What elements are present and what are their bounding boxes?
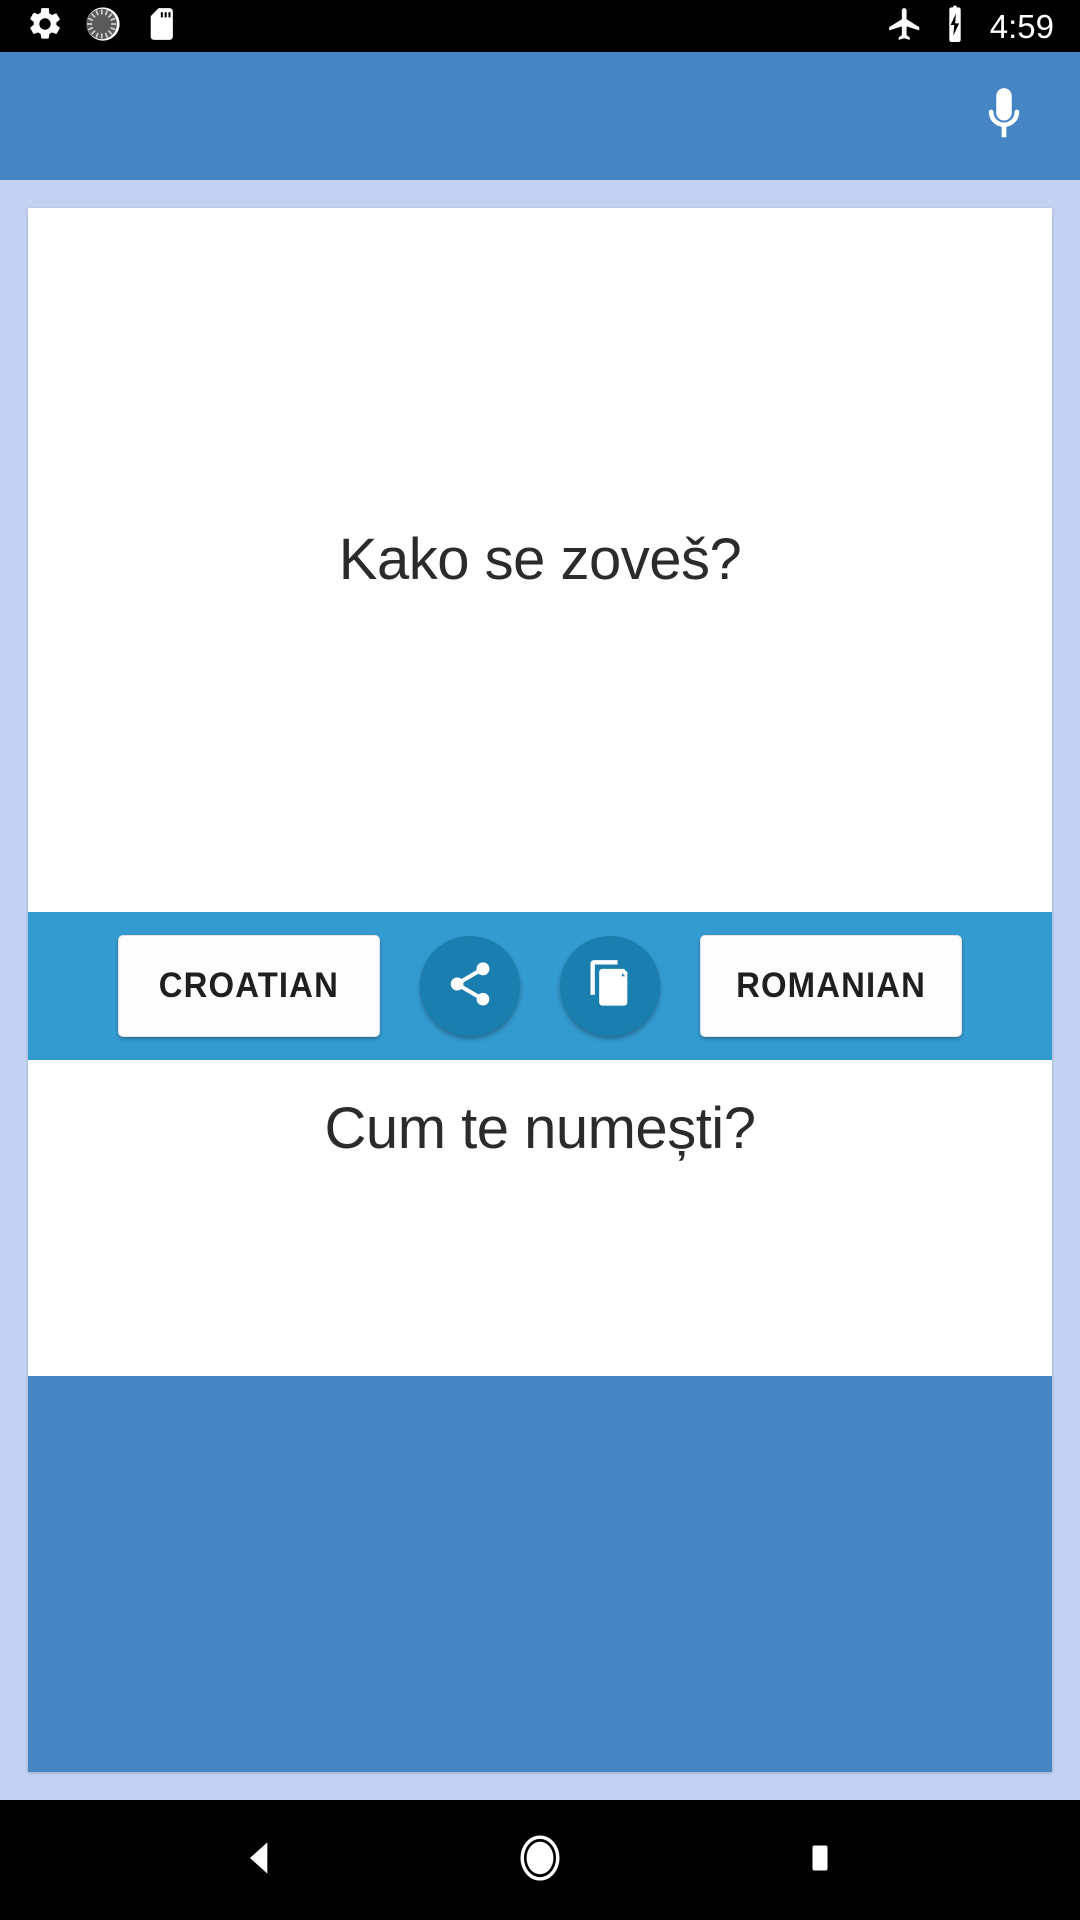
copy-button[interactable] xyxy=(560,936,660,1036)
microphone-icon xyxy=(973,83,1035,150)
app-bar xyxy=(0,52,1080,180)
target-text-pane[interactable]: Cum te numești? xyxy=(28,1060,1052,1376)
share-button[interactable] xyxy=(420,936,520,1036)
target-language-button[interactable]: ROMANIAN xyxy=(700,935,962,1037)
source-language-label: CROATIAN xyxy=(158,966,340,1005)
sync-circle-icon xyxy=(84,5,122,48)
sd-card-icon xyxy=(142,5,180,48)
back-icon xyxy=(238,1836,282,1885)
card-footer-bar xyxy=(28,1376,1052,1772)
status-bar-right-icons: 4:59 xyxy=(886,5,1054,48)
nav-back-button[interactable] xyxy=(200,1800,320,1920)
source-text-pane[interactable]: Kako se zoveš? xyxy=(28,208,1052,912)
home-icon xyxy=(514,1832,566,1889)
source-text: Kako se zoveš? xyxy=(338,527,742,593)
recents-icon xyxy=(800,1838,840,1883)
gear-icon xyxy=(26,5,64,48)
battery-charging-icon xyxy=(940,5,970,48)
phone-screen: 4:59 Kako se zoveš? CROATIAN ROMANIAN Cu… xyxy=(0,0,1080,1920)
translation-toolbar: CROATIAN ROMANIAN xyxy=(28,912,1052,1060)
target-text: Cum te numești? xyxy=(324,1096,756,1161)
translator-card: Kako se zoveš? CROATIAN ROMANIAN Cum te … xyxy=(28,208,1052,1772)
source-language-button[interactable]: CROATIAN xyxy=(118,935,380,1037)
nav-home-button[interactable] xyxy=(480,1800,600,1920)
microphone-button[interactable] xyxy=(956,68,1052,164)
status-bar-clock: 4:59 xyxy=(989,7,1054,45)
nav-recents-button[interactable] xyxy=(760,1800,880,1920)
airplane-mode-icon xyxy=(886,5,924,48)
status-bar: 4:59 xyxy=(0,0,1080,52)
android-navigation-bar xyxy=(0,1800,1080,1920)
share-icon xyxy=(444,958,496,1015)
target-language-label: ROMANIAN xyxy=(736,966,926,1005)
copy-icon xyxy=(584,958,636,1015)
status-bar-left-icons xyxy=(26,5,180,48)
